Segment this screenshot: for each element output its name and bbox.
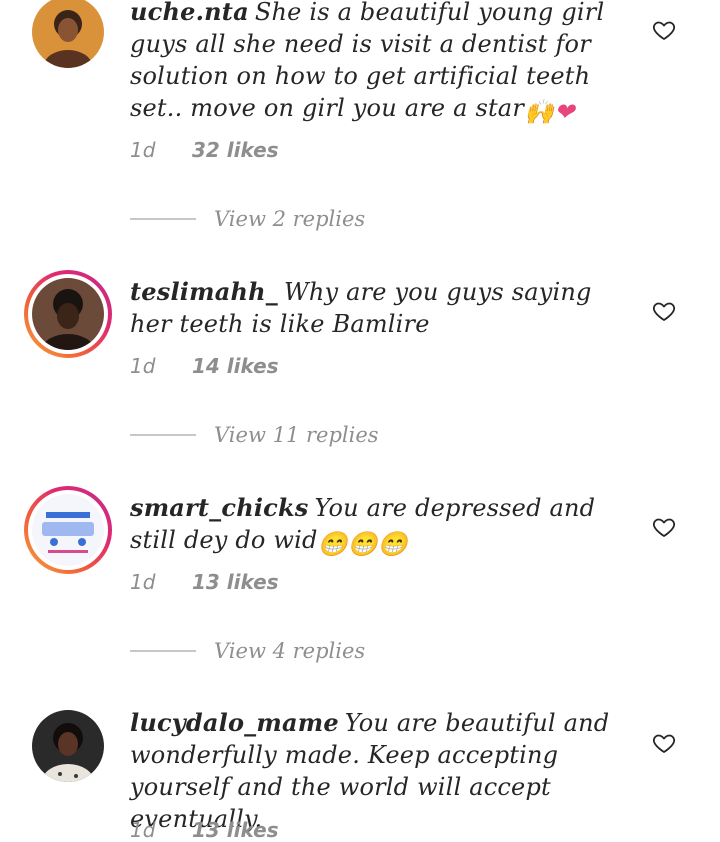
- comment-age: 1d: [130, 570, 156, 594]
- view-replies-button[interactable]: View 2 replies: [130, 204, 365, 234]
- comment-meta: 1d 13 likes: [130, 570, 279, 594]
- story-ring[interactable]: [24, 486, 112, 574]
- comment-text: teslimahh_ Why are you guys saying her te…: [130, 276, 630, 340]
- avatar: [32, 494, 104, 566]
- divider-line: [130, 650, 196, 652]
- comment-username[interactable]: smart_chicks: [130, 493, 309, 522]
- comment-username[interactable]: uche.nta: [130, 0, 249, 26]
- comment-likes[interactable]: 13 likes: [192, 570, 279, 594]
- comment-age: 1d: [130, 354, 156, 378]
- avatar[interactable]: [32, 0, 104, 68]
- view-replies-button[interactable]: View 4 replies: [130, 636, 365, 666]
- story-ring[interactable]: [24, 270, 112, 358]
- comment-age: 1d: [130, 138, 156, 162]
- comment-text: uche.nta She is a beautiful young girl gu…: [130, 0, 630, 128]
- comment-text: lucydalo_mame You are beautiful and wonde…: [130, 707, 630, 835]
- comment-username[interactable]: teslimahh_: [130, 277, 278, 306]
- divider-line: [130, 218, 196, 220]
- heart-outline-icon[interactable]: [652, 731, 676, 755]
- comment-meta: 1d 13 likes: [130, 818, 279, 842]
- divider-line: [130, 434, 196, 436]
- emoji: 🙌❤: [524, 98, 575, 126]
- comment-username[interactable]: lucydalo_mame: [130, 708, 339, 737]
- heart-outline-icon[interactable]: [652, 299, 676, 323]
- heart-outline-icon[interactable]: [652, 515, 676, 539]
- comment-age: 1d: [130, 818, 156, 842]
- view-replies-button[interactable]: View 11 replies: [130, 420, 379, 450]
- comment-text: smart_chicks You are depressed and still …: [130, 492, 630, 560]
- view-replies-label[interactable]: View 11 replies: [214, 423, 379, 447]
- comment-meta: 1d 14 likes: [130, 354, 279, 378]
- heart-outline-icon[interactable]: [652, 18, 676, 42]
- view-replies-label[interactable]: View 4 replies: [214, 639, 365, 663]
- comment-likes[interactable]: 14 likes: [192, 354, 279, 378]
- avatar: [32, 278, 104, 350]
- comment-likes[interactable]: 13 likes: [192, 818, 279, 842]
- view-replies-label[interactable]: View 2 replies: [214, 207, 365, 231]
- comment-meta: 1d 32 likes: [130, 138, 279, 162]
- comment-likes[interactable]: 32 likes: [192, 138, 279, 162]
- emoji: 😁😁😁: [317, 530, 408, 558]
- avatar[interactable]: [32, 710, 104, 782]
